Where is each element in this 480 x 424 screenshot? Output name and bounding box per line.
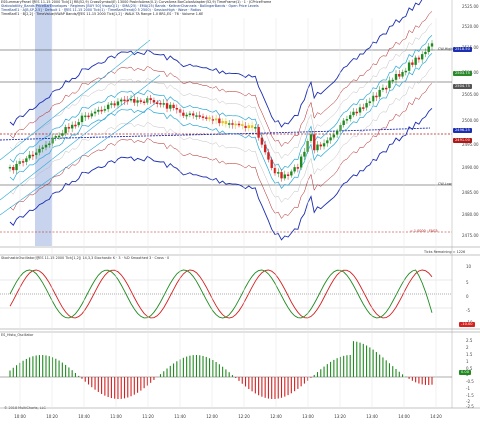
price-tag: 2491.00 [453, 138, 472, 143]
price-tag: 2496.25 [453, 128, 472, 133]
histo-tick: 1 [466, 359, 469, 364]
price-tick: 2525.00 [462, 4, 479, 9]
time-tick: 12:20 [238, 414, 250, 419]
price-tick: 2490.00 [462, 165, 479, 170]
oscillator-title: StochasticOscillator(@ES 11-15 2000 Tick… [1, 256, 170, 260]
time-tick: 14:00 [398, 414, 410, 419]
time-tick: 13:20 [334, 414, 346, 419]
lower-level-label: = 1.0000 · FAG5 [410, 229, 438, 233]
header-line-4: TimeBarE1 · B[2,2] · TimeValue/VWAP Band… [1, 12, 204, 16]
histogram-title: ES_Histo_Oscillator [1, 333, 34, 337]
time-tick: 12:00 [206, 414, 218, 419]
osc-last-value: -10.00 [459, 322, 475, 327]
histo-tick: 2.5 [466, 338, 473, 343]
time-tick: 11:20 [142, 414, 154, 419]
time-tick: 10:20 [46, 414, 58, 419]
histo-tick: -1 [466, 386, 470, 391]
price-tick: 2480.00 [462, 212, 479, 217]
histo-tick: -0.5 [466, 379, 474, 384]
histo-last-value: 0.00 [459, 370, 472, 375]
price-tick: 2485.00 [462, 190, 479, 195]
time-tick: 10:00 [14, 414, 26, 419]
price-tag: 2518.50 [453, 47, 472, 52]
time-tick: 13:40 [366, 414, 378, 419]
trading-chart-window[interactable]: ESSummaryPanel @ES 11-15 2000 Tick[1] RB… [0, 0, 480, 424]
time-tick: 11:40 [174, 414, 186, 419]
price-tick: 2505.00 [462, 92, 479, 97]
histo-tick: 1.5 [466, 352, 473, 357]
histo-tick: -2.5 [466, 404, 474, 409]
cw-high-label: CW-High [438, 47, 453, 51]
price-tick: 2500.00 [462, 118, 479, 123]
copyright-footer: © 2018 MultiCharts, LLC [4, 406, 46, 410]
osc-tick: -5 [466, 308, 470, 313]
price-tick: 2520.00 [462, 24, 479, 29]
osc-tick: 5 [466, 280, 469, 285]
time-tick: 13:00 [302, 414, 314, 419]
chart-canvas[interactable] [0, 0, 480, 424]
time-tick: 14:20 [430, 414, 442, 419]
ticks-remaining-label: Ticks Remaining = 1226 [424, 250, 466, 254]
histo-tick: 2 [466, 345, 469, 350]
time-tick: 11:00 [110, 414, 122, 419]
last-price-tag: 2503.75 [453, 71, 472, 76]
time-tick: 10:40 [78, 414, 90, 419]
osc-tick: 0 [466, 294, 469, 299]
price-tick: 2475.00 [462, 233, 479, 238]
cw-low-label: CW-Low [438, 182, 452, 186]
histo-tick: -1.5 [466, 393, 474, 398]
time-tick: 12:40 [270, 414, 282, 419]
osc-tick: 10 [466, 264, 472, 269]
price-tag: 2504.75 [453, 84, 472, 89]
